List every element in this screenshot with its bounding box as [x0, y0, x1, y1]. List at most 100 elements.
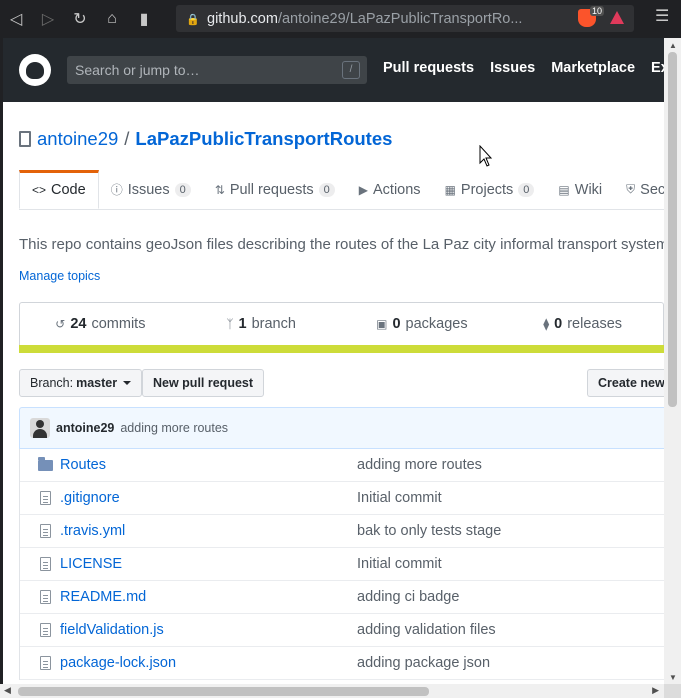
- tab-security-label: Security: [640, 181, 664, 198]
- table-row: LICENSE Initial commit: [20, 548, 664, 581]
- scroll-down-icon[interactable]: ▼: [669, 673, 677, 682]
- file-commit-message[interactable]: adding validation files: [357, 622, 496, 638]
- nav-pull-requests[interactable]: Pull requests: [383, 60, 474, 76]
- repo-tabs: <> Code ⓘ Issues 0 ⇅ Pull requests 0 ▶ A…: [19, 170, 664, 210]
- commits-link[interactable]: ↺ 24 commits: [20, 303, 181, 345]
- tab-wiki[interactable]: ▤ Wiki: [546, 170, 614, 209]
- branch-prefix: Branch:: [30, 376, 74, 390]
- table-row: fieldValidation.js adding validation fil…: [20, 614, 664, 647]
- new-pull-request-button[interactable]: New pull request: [142, 369, 265, 397]
- reload-icon[interactable]: ↻: [64, 0, 96, 38]
- file-commit-message[interactable]: adding ci badge: [357, 589, 459, 605]
- file-commit-message[interactable]: Initial commit: [357, 490, 442, 506]
- history-icon: ↺: [55, 317, 66, 331]
- commits-count: 24: [70, 316, 87, 332]
- tab-projects-label: Projects: [460, 181, 514, 198]
- window-edge: [0, 38, 3, 684]
- vertical-scrollbar[interactable]: ▲ ▼: [664, 38, 681, 684]
- create-new-file-button[interactable]: Create new file: [587, 369, 664, 397]
- scroll-right-icon[interactable]: ▶: [652, 685, 659, 696]
- branch-name: master: [76, 376, 118, 390]
- packages-count: 0: [392, 316, 401, 332]
- file-name-link[interactable]: fieldValidation.js: [60, 622, 357, 638]
- file-name-link[interactable]: Routes: [60, 457, 357, 473]
- file-icon: [39, 656, 51, 670]
- home-icon[interactable]: ⌂: [96, 0, 128, 38]
- file-list: Routes adding more routes .gitignore Ini…: [19, 449, 664, 680]
- tab-pull-requests[interactable]: ⇅ Pull requests 0: [203, 170, 347, 209]
- repo-owner-link[interactable]: antoine29: [37, 128, 118, 150]
- file-name-link[interactable]: LICENSE: [60, 556, 357, 572]
- github-header: Search or jump to… / Pull requests Issue…: [3, 38, 664, 102]
- nav-marketplace[interactable]: Marketplace: [551, 60, 635, 76]
- tab-projects[interactable]: ▦ Projects 0: [433, 170, 547, 209]
- package-icon: ▣: [376, 317, 388, 331]
- pull-requests-counter: 0: [318, 182, 335, 197]
- language-bar[interactable]: [19, 345, 664, 353]
- shield-icon: ⛨: [626, 182, 636, 196]
- file-name-link[interactable]: README.md: [60, 589, 357, 605]
- branch-select-button[interactable]: Branch: master: [19, 369, 143, 397]
- packages-label: packages: [405, 316, 468, 332]
- file-icon: [39, 491, 51, 505]
- vertical-scroll-thumb[interactable]: [668, 52, 677, 407]
- tab-actions[interactable]: ▶ Actions: [347, 170, 433, 209]
- shield-count-badge: 10: [589, 6, 604, 16]
- search-input[interactable]: Search or jump to… /: [67, 56, 367, 84]
- scroll-left-icon[interactable]: ◀: [4, 685, 11, 696]
- file-name-link[interactable]: package-lock.json: [60, 655, 357, 671]
- horizontal-scroll-thumb[interactable]: [18, 687, 429, 696]
- back-icon[interactable]: ◁: [0, 0, 32, 38]
- file-commit-message[interactable]: adding more routes: [357, 457, 482, 473]
- file-icon: [39, 590, 51, 604]
- pr-icon: ⇅: [214, 182, 225, 197]
- packages-link[interactable]: ▣ 0 packages: [342, 303, 503, 345]
- table-row: README.md adding ci badge: [20, 581, 664, 614]
- code-icon: <>: [32, 182, 47, 197]
- table-row: .gitignore Initial commit: [20, 482, 664, 515]
- commits-label: commits: [91, 316, 146, 332]
- browser-toolbar: ◁ ▷ ↻ ⌂ ▮ 🔒 github.com/antoine29/LaPazPu…: [0, 0, 681, 38]
- tab-issues[interactable]: ⓘ Issues 0: [99, 170, 203, 209]
- url-text: github.com/antoine29/LaPazPublicTranspor…: [207, 10, 523, 27]
- caret-down-icon: [123, 381, 132, 385]
- tab-security[interactable]: ⛨ Security: [614, 170, 664, 209]
- scroll-up-icon[interactable]: ▲: [669, 41, 677, 50]
- avatar[interactable]: [30, 418, 50, 438]
- releases-link[interactable]: ⧫ 0 releases: [502, 303, 663, 345]
- nav-issues[interactable]: Issues: [490, 60, 535, 76]
- forward-icon[interactable]: ▷: [32, 0, 64, 38]
- commit-author-link[interactable]: antoine29: [56, 421, 114, 435]
- search-placeholder: Search or jump to…: [75, 62, 200, 78]
- file-name-link[interactable]: .gitignore: [60, 490, 357, 506]
- file-icon: [39, 524, 51, 538]
- repo-title: antoine29 / LaPazPublicTransportRoutes: [19, 128, 392, 150]
- projects-counter: 0: [518, 182, 535, 197]
- branch-icon: ᛉ: [226, 317, 234, 331]
- github-logo-icon[interactable]: [19, 54, 51, 86]
- rewards-icon[interactable]: [610, 11, 624, 24]
- branches-link[interactable]: ᛉ 1 branch: [181, 303, 342, 345]
- file-commit-message[interactable]: adding package json: [357, 655, 490, 671]
- file-commit-message[interactable]: Initial commit: [357, 556, 442, 572]
- latest-commit: antoine29 adding more routes: [19, 407, 664, 449]
- commit-message-link[interactable]: adding more routes: [120, 421, 228, 435]
- repo-name-link[interactable]: LaPazPublicTransportRoutes: [135, 128, 392, 150]
- horizontal-scrollbar[interactable]: ◀ ▶: [0, 684, 664, 698]
- tag-icon: ⧫: [543, 317, 550, 331]
- tab-code-label: Code: [51, 181, 86, 198]
- address-bar[interactable]: 🔒 github.com/antoine29/LaPazPublicTransp…: [176, 5, 634, 32]
- file-commit-message[interactable]: bak to only tests stage: [357, 523, 501, 539]
- lock-icon: 🔒: [186, 13, 200, 26]
- branch-label: branch: [251, 316, 296, 332]
- file-name-link[interactable]: .travis.yml: [60, 523, 357, 539]
- repo-description: This repo contains geoJson files describ…: [19, 236, 664, 253]
- manage-topics-link[interactable]: Manage topics: [19, 269, 100, 283]
- folder-icon: [37, 456, 53, 471]
- nav-explore[interactable]: Explore: [651, 60, 664, 76]
- file-icon: [39, 557, 51, 571]
- menu-icon[interactable]: ☰: [655, 9, 669, 25]
- issue-icon: ⓘ: [110, 183, 123, 197]
- tab-code[interactable]: <> Code: [19, 170, 99, 209]
- bookmark-icon[interactable]: ▮: [128, 0, 160, 38]
